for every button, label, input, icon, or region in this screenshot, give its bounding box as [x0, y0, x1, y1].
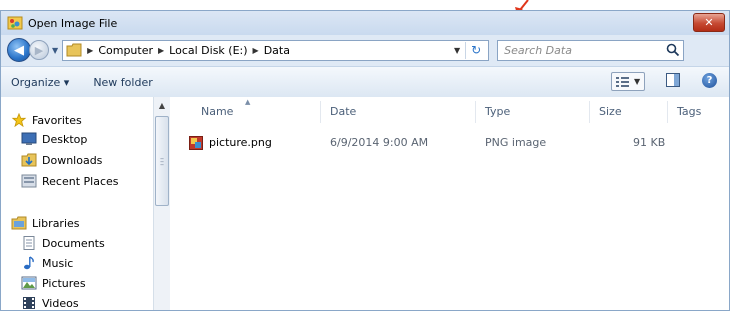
- nav-desktop-label: Desktop: [42, 132, 88, 146]
- nav-libraries[interactable]: Libraries: [11, 214, 80, 232]
- nav-favorites[interactable]: Favorites: [11, 111, 82, 129]
- music-icon: [24, 256, 34, 270]
- nav-desktop[interactable]: Desktop: [21, 130, 87, 148]
- file-name[interactable]: picture.png: [209, 136, 272, 149]
- nav-downloads[interactable]: Downloads: [21, 151, 102, 169]
- refresh-button[interactable]: ↻: [465, 41, 486, 59]
- search-box[interactable]: Search Data: [497, 39, 685, 61]
- preview-pane-icon[interactable]: [666, 73, 680, 87]
- nav-recent-places-label: Recent Places: [42, 174, 119, 188]
- downloads-icon: [21, 153, 37, 167]
- address-dropdown-icon[interactable]: ▼: [454, 46, 460, 55]
- libraries-icon: [11, 216, 27, 230]
- scroll-up-icon[interactable]: ▲: [154, 97, 170, 113]
- help-button[interactable]: ?: [702, 73, 717, 88]
- recent-pages-dropdown-icon[interactable]: ▼: [52, 46, 58, 55]
- column-header-size[interactable]: Size: [599, 105, 622, 118]
- forward-button[interactable]: ▶: [29, 40, 49, 60]
- videos-icon: [23, 297, 35, 309]
- file-type: PNG image: [485, 136, 547, 149]
- nav-recent-places[interactable]: Recent Places: [21, 172, 119, 190]
- nav-libraries-label: Libraries: [32, 216, 80, 230]
- search-icon[interactable]: [666, 43, 680, 57]
- column-divider[interactable]: [589, 101, 590, 123]
- folder-icon: [66, 43, 82, 57]
- nav-pictures-label: Pictures: [42, 276, 86, 290]
- breadcrumb-computer[interactable]: Computer: [98, 44, 153, 57]
- address-row: ◀ ▶ ▼ ▶ Computer ▶ Local Disk (E:) ▶ Dat…: [1, 35, 729, 65]
- breadcrumb-local-disk[interactable]: Local Disk (E:): [169, 44, 247, 57]
- grip-icon: – – –: [160, 154, 164, 169]
- forward-arrow-icon: ▶: [34, 43, 44, 57]
- view-details-icon: [616, 76, 629, 87]
- file-size: 91 KB: [633, 136, 666, 149]
- column-divider[interactable]: [475, 101, 476, 123]
- navigation-pane: Favorites Desktop Downloads Recent Place…: [1, 97, 154, 310]
- column-header-type[interactable]: Type: [485, 105, 510, 118]
- back-arrow-icon: ◀: [14, 42, 24, 58]
- column-divider[interactable]: [320, 101, 321, 123]
- open-file-dialog: Open Image File ✕ ◀ ▶ ▼ ▶ Computer ▶ Loc…: [0, 10, 730, 311]
- star-icon: [11, 113, 27, 127]
- nav-videos-label: Videos: [42, 296, 79, 310]
- nav-documents-label: Documents: [42, 236, 105, 250]
- back-button[interactable]: ◀: [7, 38, 31, 62]
- nav-pictures[interactable]: Pictures: [21, 274, 86, 292]
- help-icon: ?: [706, 75, 713, 86]
- sort-ascending-icon: ▲: [245, 98, 251, 106]
- nav-music-label: Music: [42, 256, 74, 270]
- chevron-right-icon[interactable]: ▶: [87, 46, 93, 55]
- desktop-icon: [21, 132, 37, 145]
- recent-places-icon: [21, 174, 37, 188]
- change-view-button[interactable]: ▼: [611, 72, 645, 91]
- scroll-thumb[interactable]: – – –: [155, 116, 169, 206]
- nav-documents[interactable]: Documents: [21, 234, 105, 252]
- column-header-name[interactable]: Name: [201, 105, 233, 118]
- title-bar: Open Image File ✕: [1, 11, 729, 35]
- nav-music[interactable]: Music: [21, 254, 73, 272]
- window-title: Open Image File: [28, 16, 118, 30]
- chevron-right-icon[interactable]: ▶: [253, 46, 259, 55]
- breadcrumb-data[interactable]: Data: [264, 44, 290, 57]
- column-header-tags[interactable]: Tags: [677, 105, 701, 118]
- app-icon: [7, 16, 23, 30]
- file-list: Name ▲ Date Type Size Tags picture.png 6…: [170, 97, 729, 310]
- pictures-icon: [21, 276, 37, 290]
- search-input[interactable]: Search Data: [504, 44, 572, 57]
- view-dropdown-icon[interactable]: ▼: [634, 77, 640, 86]
- png-file-icon: [189, 136, 203, 150]
- column-divider[interactable]: [667, 101, 668, 123]
- close-button[interactable]: ✕: [693, 13, 725, 32]
- close-icon: ✕: [704, 16, 714, 29]
- table-row[interactable]: picture.png 6/9/2014 9:00 AM PNG image 9…: [180, 133, 700, 153]
- nav-favorites-label: Favorites: [32, 113, 82, 127]
- nav-scrollbar[interactable]: ▲ – – –: [153, 97, 170, 310]
- documents-icon: [23, 236, 35, 250]
- nav-downloads-label: Downloads: [42, 153, 103, 167]
- refresh-icon: ↻: [471, 43, 482, 57]
- organize-button[interactable]: Organize ▾: [11, 76, 69, 89]
- new-folder-button[interactable]: New folder: [93, 76, 152, 89]
- file-date: 6/9/2014 9:00 AM: [330, 136, 429, 149]
- chevron-right-icon[interactable]: ▶: [158, 46, 164, 55]
- column-header-date[interactable]: Date: [330, 105, 356, 118]
- command-bar: Organize ▾ New folder ▼ ?: [1, 66, 729, 98]
- nav-videos[interactable]: Videos: [21, 294, 79, 310]
- address-bar[interactable]: ▶ Computer ▶ Local Disk (E:) ▶ Data ▼ ↻: [62, 39, 490, 61]
